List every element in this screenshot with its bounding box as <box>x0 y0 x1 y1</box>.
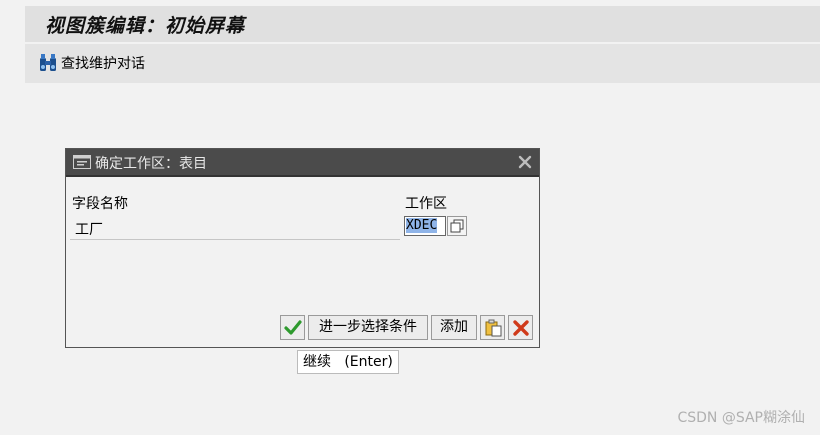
row-label-plant: 工厂 <box>75 222 103 238</box>
workarea-input[interactable]: XDEC <box>404 216 446 236</box>
paste-button[interactable] <box>480 315 505 340</box>
cancel-icon <box>513 320 529 336</box>
value-help-button[interactable] <box>447 216 467 236</box>
cancel-button[interactable] <box>508 315 533 340</box>
checkmark-icon <box>284 320 302 335</box>
dialog-header: 确定工作区：表目 <box>66 149 539 177</box>
page-title: 视图簇编辑：初始屏幕 <box>45 15 246 37</box>
find-dialog-button[interactable]: 查找维护对话 <box>38 53 145 73</box>
application-toolbar: 查找维护对话 <box>25 44 820 83</box>
column-header-workarea: 工作区 <box>405 196 447 212</box>
title-bar: 视图簇编辑：初始屏幕 <box>25 6 820 42</box>
binoculars-icon <box>40 54 56 71</box>
row-divider <box>70 239 400 240</box>
dialog-title: 确定工作区：表目 <box>95 156 207 172</box>
watermark: CSDN @SAP糊涂仙 <box>677 410 805 426</box>
continue-button[interactable] <box>280 315 305 340</box>
workarea-dialog: 确定工作区：表目 字段名称 工作区 工厂 XDEC 进一步选择条件 添加 <box>65 148 540 348</box>
value-help-icon <box>450 219 464 233</box>
further-selection-button[interactable]: 进一步选择条件 <box>308 315 428 340</box>
add-button[interactable]: 添加 <box>431 315 477 340</box>
workarea-value: XDEC <box>406 218 438 233</box>
column-header-field-name: 字段名称 <box>72 196 128 212</box>
clipboard-icon <box>485 319 502 337</box>
tooltip: 继续 (Enter) <box>297 350 399 374</box>
find-dialog-label: 查找维护对话 <box>61 56 145 72</box>
close-icon[interactable] <box>517 154 533 170</box>
dialog-window-icon <box>73 155 91 169</box>
